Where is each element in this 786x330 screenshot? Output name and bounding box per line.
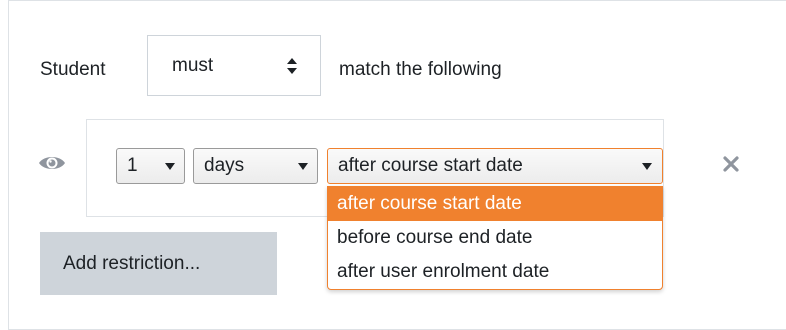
relative-date-select[interactable]: after course start date (327, 148, 663, 184)
eye-icon[interactable] (37, 152, 67, 174)
unit-select[interactable]: days (193, 148, 318, 184)
caret-down-icon (165, 163, 175, 170)
relative-date-dropdown: after course start date before course en… (327, 186, 663, 290)
must-select-value: must (172, 55, 214, 76)
amount-select[interactable]: 1 (116, 148, 185, 184)
relative-date-select-value: after course start date (338, 155, 523, 176)
add-restriction-label: Add restriction... (63, 253, 201, 274)
caret-down-icon (298, 163, 308, 170)
dropdown-option[interactable]: before course end date (328, 221, 662, 255)
student-label: Student (40, 59, 106, 80)
add-restriction-button[interactable]: Add restriction... (40, 232, 277, 295)
amount-select-value: 1 (127, 155, 138, 176)
must-select[interactable]: must (147, 35, 321, 96)
caret-down-icon (642, 163, 652, 170)
unit-select-value: days (204, 155, 245, 176)
dropdown-option[interactable]: after user enrolment date (328, 255, 662, 289)
updown-arrows-icon (287, 58, 297, 74)
dropdown-option[interactable]: after course start date (328, 187, 662, 221)
match-label: match the following (339, 59, 502, 80)
close-icon[interactable] (722, 155, 740, 173)
